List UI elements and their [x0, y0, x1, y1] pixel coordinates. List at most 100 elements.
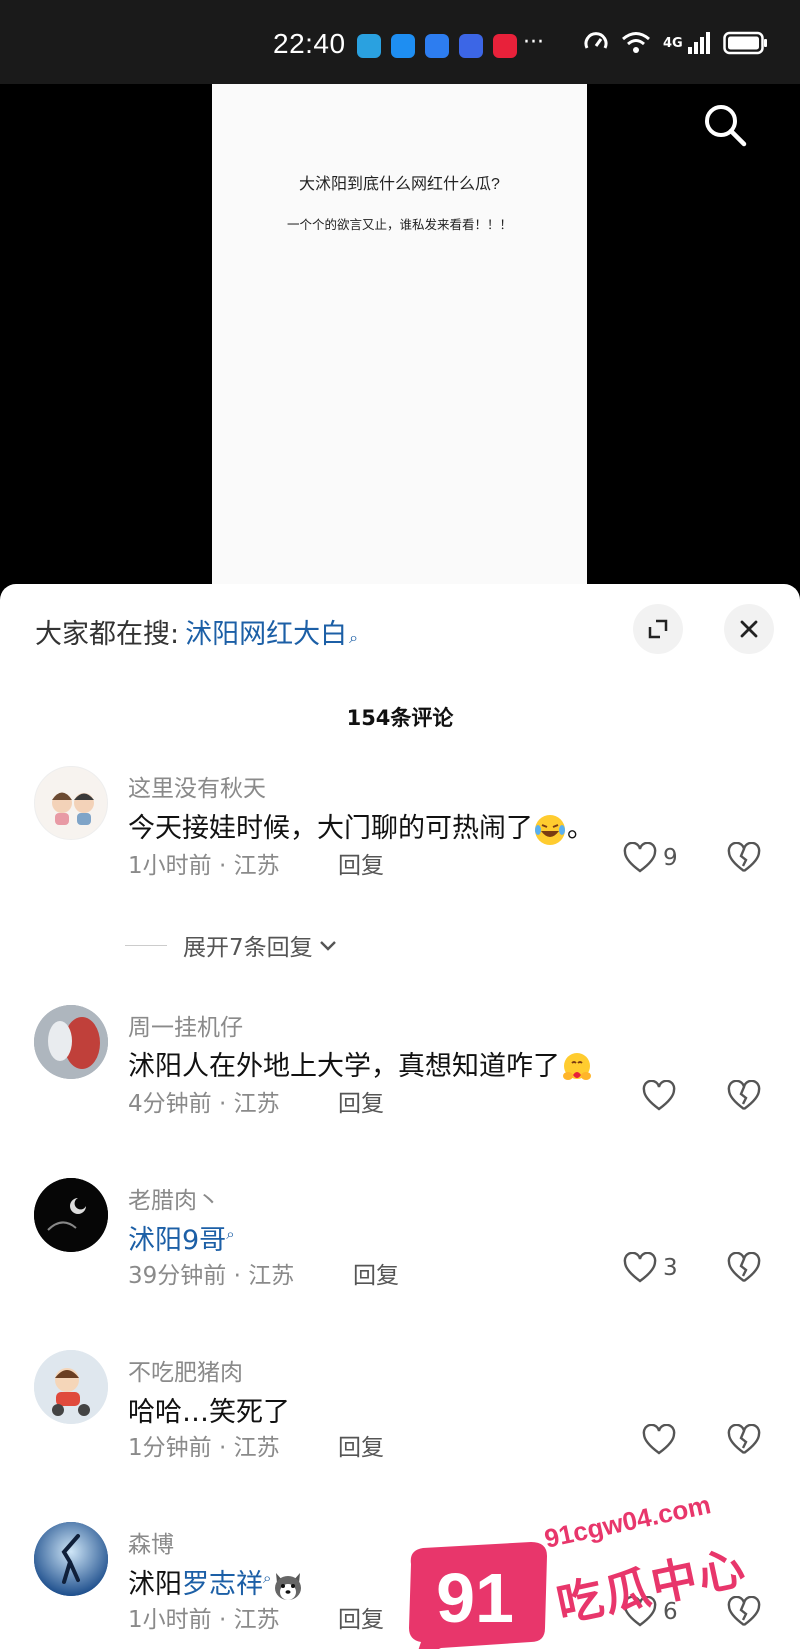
- heart-icon: [642, 1424, 676, 1455]
- comment-search-link[interactable]: 沭阳9哥: [128, 1225, 226, 1256]
- dislike-button[interactable]: [727, 1251, 761, 1288]
- comment-meta: 39分钟前 · 江苏: [128, 1263, 295, 1289]
- comment-meta: 1小时前 · 江苏: [128, 853, 280, 879]
- search-icon: [705, 105, 747, 147]
- video-player[interactable]: 大沭阳到底什么网红什么瓜? 一个个的欲言又止，谁私发来看看！！！: [0, 84, 800, 594]
- comment-text: 哈哈…笑死了: [128, 1390, 290, 1429]
- comment-username[interactable]: 不吃肥猪肉: [128, 1353, 243, 1387]
- trending-search-label: 大家都在搜:: [35, 619, 180, 650]
- broken-heart-icon: [727, 1595, 761, 1626]
- chevron-down-icon: [319, 941, 336, 951]
- comment-meta: 1分钟前 · 江苏: [128, 1435, 280, 1461]
- avatar[interactable]: [34, 766, 108, 840]
- husky-emoji-icon: [275, 1572, 302, 1600]
- like-count: 3: [663, 1255, 678, 1281]
- comment-body: 哈哈…笑死了: [128, 1397, 290, 1428]
- search-button[interactable]: [700, 100, 750, 150]
- like-count: 9: [663, 845, 678, 871]
- comment-meta: 4分钟前 · 江苏: [128, 1091, 280, 1117]
- comment-body: 沭阳人在外地上大学，真想知道咋了: [128, 1051, 560, 1082]
- more-notifications-icon: ···: [523, 30, 544, 55]
- like-count: 6: [663, 1599, 678, 1625]
- comment-text: 沭阳罗志祥⌕: [128, 1562, 305, 1603]
- telegram-icon: [357, 34, 381, 58]
- search-small-icon: ⌕: [349, 628, 359, 647]
- broken-heart-icon: [727, 841, 761, 872]
- trending-search-link[interactable]: 沭阳网红大白: [185, 612, 347, 651]
- comment-location: 江苏: [233, 1435, 280, 1461]
- comment-location: 江苏: [248, 1263, 295, 1289]
- comment-body: 沭阳: [128, 1569, 182, 1600]
- avatar[interactable]: [34, 1522, 108, 1596]
- avatar[interactable]: [34, 1178, 108, 1252]
- like-button[interactable]: [642, 1080, 676, 1112]
- trending-search: 大家都在搜: 沭阳网红大白 ⌕: [35, 612, 358, 651]
- comment-username[interactable]: 这里没有秋天: [128, 769, 266, 803]
- like-button[interactable]: [642, 1424, 676, 1456]
- avatar[interactable]: [34, 1350, 108, 1424]
- comment-body-suffix: 。: [567, 813, 594, 844]
- voice-icon: [459, 34, 483, 58]
- comment-time: 4分钟前: [128, 1091, 212, 1117]
- close-icon: [740, 620, 758, 638]
- dislike-button[interactable]: [727, 1595, 761, 1632]
- expand-replies-label: 展开7条回复: [183, 935, 313, 961]
- comment-search-link[interactable]: 罗志祥: [182, 1569, 263, 1600]
- hug-emoji-icon: [563, 1052, 591, 1080]
- broken-heart-icon: [727, 1079, 761, 1110]
- comment-text: 今天接娃时候，大门聊的可热闹了 。: [128, 806, 594, 847]
- system-status: 4G: [583, 30, 769, 56]
- like-button[interactable]: 6: [623, 1596, 678, 1628]
- battery-icon: [722, 31, 767, 55]
- like-button[interactable]: 3: [623, 1252, 678, 1284]
- broken-heart-icon: [727, 1423, 761, 1454]
- comment-meta: 1小时前 · 江苏: [128, 1607, 280, 1633]
- comment-time: 1小时前: [128, 853, 212, 879]
- message-icon: [391, 34, 415, 58]
- dislike-button[interactable]: [727, 1423, 761, 1460]
- comment-username[interactable]: 周一挂机仔: [128, 1008, 243, 1042]
- close-button[interactable]: [724, 604, 774, 654]
- comment-body: 今天接娃时候，大门聊的可热闹了: [128, 813, 533, 844]
- comment-text: 沭阳人在外地上大学，真想知道咋了: [128, 1044, 594, 1085]
- heart-icon: [623, 1596, 657, 1627]
- search-small-icon: ⌕: [263, 1569, 272, 1587]
- expand-replies-button[interactable]: 展开7条回复: [125, 928, 339, 962]
- expand-icon: [648, 619, 668, 639]
- reply-button[interactable]: 回复: [338, 846, 384, 880]
- reply-button[interactable]: 回复: [338, 1600, 384, 1634]
- wifi-icon: [622, 32, 650, 53]
- comment-time: 1分钟前: [128, 1435, 212, 1461]
- expand-button[interactable]: [633, 604, 683, 654]
- comment-time: 1小时前: [128, 1607, 212, 1633]
- comment-sheet: 大家都在搜: 沭阳网红大白 ⌕ 154条评论 这里没有秋天 今天接娃时候，大门聊…: [0, 584, 800, 1649]
- comment-count: 154条评论: [346, 706, 454, 730]
- heart-icon: [623, 1252, 657, 1283]
- comment-time: 39分钟前: [128, 1263, 227, 1289]
- comment-location: 江苏: [233, 1607, 280, 1633]
- dislike-button[interactable]: [727, 1079, 761, 1116]
- shield-icon: [425, 34, 449, 58]
- comment-location: 江苏: [233, 1091, 280, 1117]
- comment-text: 沭阳9哥⌕: [128, 1218, 235, 1257]
- comment-location: 江苏: [233, 853, 280, 879]
- signal-icon: [687, 32, 710, 54]
- heart-icon: [642, 1080, 676, 1111]
- speed-icon: [584, 32, 608, 49]
- divider: [125, 944, 167, 946]
- dislike-button[interactable]: [727, 841, 761, 878]
- status-bar: 22:40 ··· 4G: [0, 0, 800, 84]
- comment-username[interactable]: 森博: [128, 1525, 174, 1559]
- comment-username[interactable]: 老腊肉丶: [128, 1181, 220, 1215]
- avatar[interactable]: [34, 1005, 108, 1079]
- red-app-icon: [493, 34, 517, 58]
- video-frame: 大沭阳到底什么网红什么瓜? 一个个的欲言又止，谁私发来看看！！！: [212, 84, 587, 594]
- like-button[interactable]: 9: [623, 842, 678, 874]
- network-type: 4G: [663, 35, 683, 51]
- reply-button[interactable]: 回复: [338, 1428, 384, 1462]
- heart-icon: [623, 842, 657, 873]
- reply-button[interactable]: 回复: [338, 1084, 384, 1118]
- reply-button[interactable]: 回复: [353, 1256, 399, 1290]
- video-headline: 大沭阳到底什么网红什么瓜?: [299, 176, 500, 193]
- broken-heart-icon: [727, 1251, 761, 1282]
